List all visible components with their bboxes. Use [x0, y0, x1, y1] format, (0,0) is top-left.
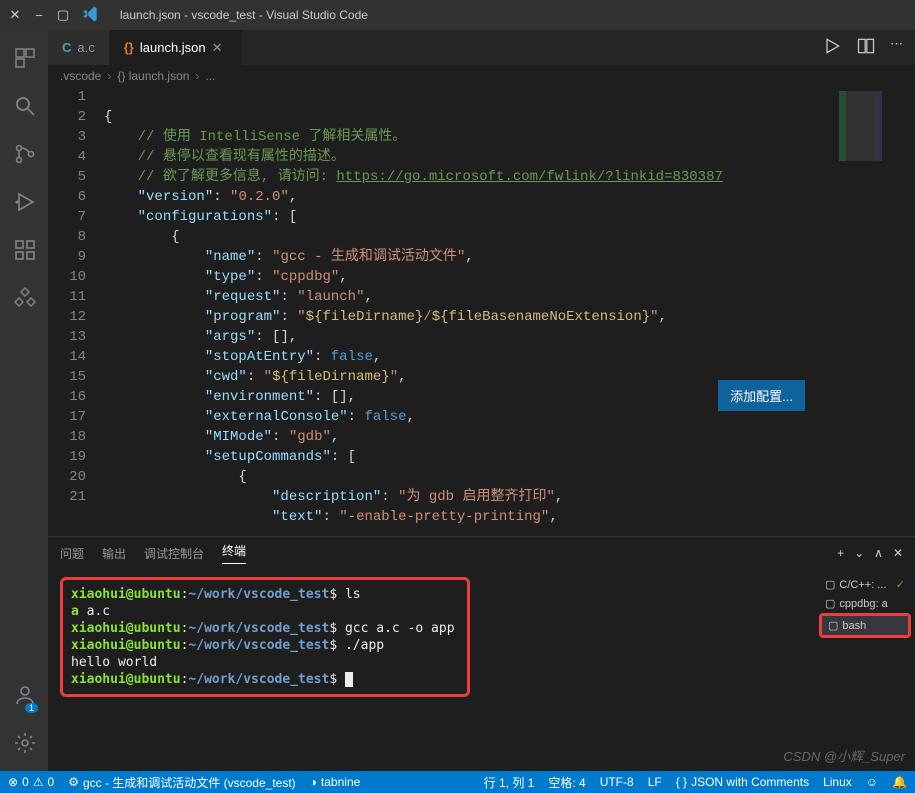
status-tabnine[interactable]: ◑ tabnine [310, 775, 361, 789]
code-content[interactable]: { // 使用 IntelliSense 了解相关属性。 // 悬停以查看现有属… [104, 87, 835, 536]
status-encoding[interactable]: UTF-8 [600, 775, 634, 789]
chevron-down-icon[interactable]: ⌄ [854, 546, 864, 560]
task-item-cpp[interactable]: ▢C/C++: ...✓ [819, 575, 911, 594]
settings-gear-icon[interactable] [4, 723, 44, 763]
more-icon[interactable]: ⋯ [890, 36, 903, 59]
tab-label: a.c [77, 40, 94, 55]
tab-output[interactable]: 输出 [102, 545, 126, 562]
run-icon[interactable] [822, 36, 842, 59]
remote-icon[interactable] [4, 278, 44, 318]
bottom-panel: 问题 输出 调试控制台 终端 + ⌄ ∧ ✕ xiaohui@ubuntu:~/… [48, 536, 915, 771]
status-bell-icon[interactable]: 🔔 [892, 775, 907, 789]
add-configuration-button[interactable]: 添加配置... [718, 380, 805, 411]
close-panel-icon[interactable]: ✕ [893, 546, 903, 560]
breadcrumb[interactable]: .vscode › {} launch.json › ... [48, 65, 915, 87]
status-eol[interactable]: LF [648, 775, 662, 789]
tab-a-c[interactable]: Ca.c [48, 30, 110, 65]
search-icon[interactable] [4, 86, 44, 126]
terminal[interactable]: xiaohui@ubuntu:~/work/vscode_test$ ls a … [48, 569, 815, 771]
task-icon: ▢ [825, 578, 835, 591]
line-gutter: 123456789101112131415161718192021 [48, 87, 104, 536]
vscode-logo-icon [80, 4, 100, 27]
status-os[interactable]: Linux [823, 775, 852, 789]
account-icon[interactable]: 1 [4, 675, 44, 715]
status-build-task[interactable]: ⚙ gcc - 生成和调试活动文件 (vscode_test) [68, 774, 295, 791]
status-feedback-icon[interactable]: ☺ [866, 775, 878, 789]
json-file-icon: {} [124, 40, 134, 55]
split-editor-icon[interactable] [856, 36, 876, 59]
terminal-task-list: ▢C/C++: ...✓ ▢cppdbg: a ▢bash [815, 569, 915, 771]
breadcrumb-item[interactable]: .vscode [60, 69, 101, 83]
breadcrumb-item[interactable]: {} launch.json [117, 69, 189, 83]
status-cursor-position[interactable]: 行 1, 列 1 [484, 774, 535, 791]
status-language[interactable]: { } JSON with Comments [676, 775, 809, 789]
maximize-panel-icon[interactable]: ∧ [874, 546, 883, 560]
window-title: launch.json - vscode_test - Visual Studi… [120, 8, 368, 22]
code-editor[interactable]: 123456789101112131415161718192021 { // 使… [48, 87, 915, 536]
minimap[interactable] [835, 87, 915, 536]
explorer-icon[interactable] [4, 38, 44, 78]
close-icon[interactable]: ✕ [8, 8, 22, 22]
tab-problems[interactable]: 问题 [60, 545, 84, 562]
run-debug-icon[interactable] [4, 182, 44, 222]
tab-label: launch.json [140, 40, 206, 55]
c-file-icon: C [62, 40, 71, 55]
source-control-icon[interactable] [4, 134, 44, 174]
task-icon: ▢ [828, 619, 838, 632]
tab-launch-json[interactable]: {} launch.json ✕ [110, 30, 243, 65]
task-item-bash[interactable]: ▢bash [819, 613, 911, 638]
terminal-highlight-box: xiaohui@ubuntu:~/work/vscode_test$ ls a … [60, 577, 470, 697]
chevron-right-icon: › [107, 69, 111, 83]
extensions-icon[interactable] [4, 230, 44, 270]
tab-debug-console[interactable]: 调试控制台 [144, 545, 204, 562]
statusbar: ⊗ 0 ⚠ 0 ⚙ gcc - 生成和调试活动文件 (vscode_test) … [0, 771, 915, 793]
tab-terminal[interactable]: 终端 [222, 542, 246, 564]
task-icon: ▢ [825, 597, 835, 610]
editor-tabs: Ca.c {} launch.json ✕ ⋯ [48, 30, 915, 65]
cursor-icon [345, 672, 353, 687]
task-item-cppdbg[interactable]: ▢cppdbg: a [819, 594, 911, 613]
minimize-icon[interactable]: − [32, 8, 46, 22]
account-badge: 1 [25, 703, 38, 713]
status-errors[interactable]: ⊗ 0 ⚠ 0 [8, 775, 54, 789]
maximize-icon[interactable]: ▢ [56, 8, 70, 22]
status-indent[interactable]: 空格: 4 [548, 774, 585, 791]
watermark: CSDN @小辉_Super [783, 746, 905, 765]
activity-bar: 1 [0, 30, 48, 771]
titlebar: ✕ − ▢ launch.json - vscode_test - Visual… [0, 0, 915, 30]
chevron-right-icon: › [195, 69, 199, 83]
breadcrumb-item[interactable]: ... [205, 69, 215, 83]
close-tab-icon[interactable]: ✕ [212, 40, 228, 56]
new-terminal-icon[interactable]: + [837, 546, 844, 560]
